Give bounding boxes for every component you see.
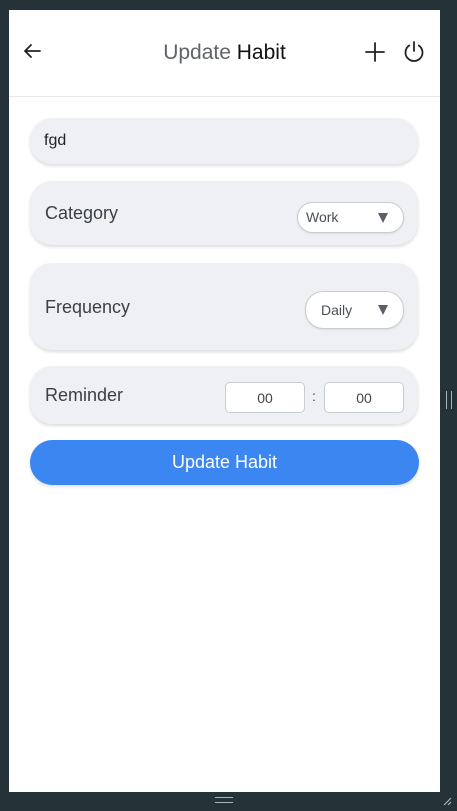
window-frame: Update Habit Category Work Frequency bbox=[0, 0, 457, 811]
category-card: Category Work bbox=[30, 181, 418, 245]
resize-grip-icon[interactable] bbox=[442, 796, 452, 806]
reminder-card: Reminder : bbox=[30, 366, 418, 424]
frequency-select[interactable]: Daily bbox=[305, 291, 404, 329]
frequency-label: Frequency bbox=[45, 297, 131, 317]
window-resize-handle-bottom[interactable] bbox=[215, 797, 233, 803]
habit-name-input[interactable] bbox=[44, 129, 384, 153]
dropdown-arrow-icon bbox=[378, 305, 388, 315]
app-bar: Update Habit bbox=[9, 10, 440, 97]
category-select[interactable]: Work bbox=[297, 202, 404, 233]
window-resize-handle-right[interactable] bbox=[446, 391, 452, 409]
reminder-label: Reminder bbox=[45, 385, 124, 405]
habit-name-card bbox=[30, 118, 418, 164]
app-screen: Update Habit Category Work Frequency bbox=[9, 10, 440, 792]
reminder-hour-input[interactable] bbox=[225, 382, 305, 413]
category-selected-value: Work bbox=[306, 209, 339, 225]
plus-icon[interactable] bbox=[364, 41, 386, 63]
update-habit-button[interactable]: Update Habit bbox=[30, 440, 419, 485]
frequency-selected-value: Daily bbox=[321, 302, 353, 318]
time-separator: : bbox=[312, 388, 316, 404]
page-title-habit: Habit bbox=[236, 41, 286, 64]
power-icon[interactable] bbox=[402, 40, 426, 64]
frequency-card: Frequency Daily bbox=[30, 263, 418, 350]
category-label: Category bbox=[45, 203, 119, 223]
dropdown-arrow-icon bbox=[378, 213, 388, 223]
page-title-update: Update bbox=[163, 41, 231, 64]
reminder-minute-input[interactable] bbox=[324, 382, 404, 413]
